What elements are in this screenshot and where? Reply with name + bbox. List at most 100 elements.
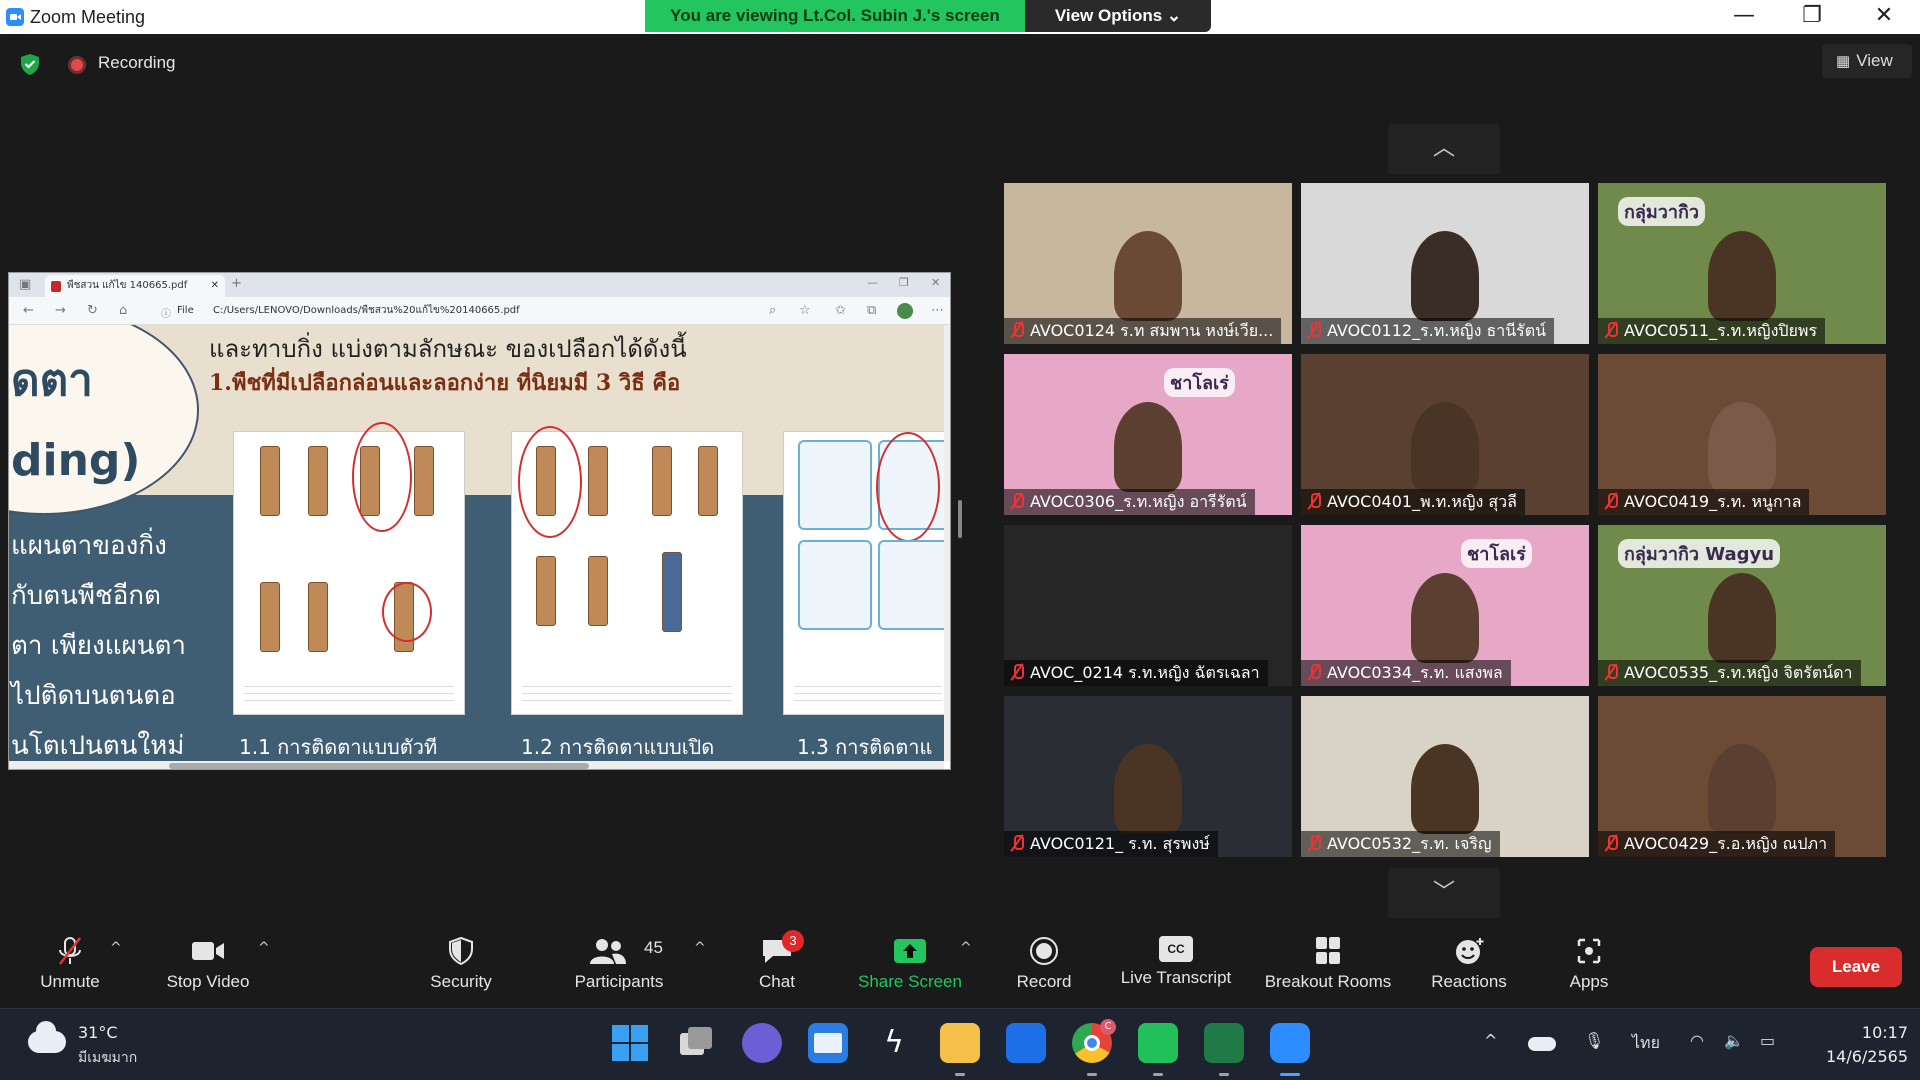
browser-restore-icon[interactable]: ❐: [899, 276, 909, 289]
record-icon: [1030, 937, 1058, 965]
participant-tile[interactable]: AVOC0532_ร.ท. เจริญ: [1301, 696, 1589, 857]
view-button[interactable]: ▦ View: [1822, 44, 1912, 78]
participants-options-caret[interactable]: ^: [694, 940, 706, 956]
more-icon[interactable]: ⋯: [931, 303, 944, 318]
security-button[interactable]: Security: [420, 932, 502, 998]
tab-actions-icon[interactable]: ▣: [19, 277, 31, 292]
view-options-button[interactable]: View Options ⌄: [1025, 0, 1211, 32]
tray-overflow-icon[interactable]: ^: [1484, 1031, 1497, 1050]
participant-tile[interactable]: กลุ่มวากิว AVOC0511_ร.ท.หญิงปิยพร: [1598, 183, 1886, 344]
shared-screen[interactable]: ▣ พืชสวน แก้ไข 140665.pdf ✕ + — ❐ ✕ ← → …: [8, 272, 951, 770]
chat-button[interactable]: 3 Chat: [742, 930, 812, 998]
participants-button[interactable]: 45 Participants: [564, 932, 674, 998]
weather-temperature[interactable]: 31°C: [78, 1023, 118, 1042]
close-button[interactable]: ✕: [1856, 0, 1912, 34]
battery-icon[interactable]: ▭: [1760, 1031, 1775, 1050]
minimize-button[interactable]: —: [1716, 0, 1772, 34]
zoom-taskbar-icon[interactable]: [1270, 1023, 1310, 1063]
recording-label[interactable]: Recording: [98, 53, 176, 73]
video-options-caret[interactable]: ^: [258, 940, 270, 956]
onedrive-cloud-icon[interactable]: [1528, 1037, 1556, 1051]
participant-tile[interactable]: AVOC0401_พ.ท.หญิง สุวลี: [1301, 354, 1589, 515]
participant-name-tag: AVOC0401_พ.ท.หญิง สุวลี: [1301, 489, 1525, 515]
wifi-icon[interactable]: ◠: [1690, 1031, 1704, 1050]
restore-button[interactable]: ❐: [1784, 0, 1840, 34]
zoom-page-icon[interactable]: ⌕: [769, 303, 776, 318]
new-tab-button[interactable]: +: [231, 276, 242, 291]
volume-icon[interactable]: 🔈: [1724, 1031, 1744, 1050]
microphone-muted-icon: [1307, 492, 1321, 510]
unmute-button[interactable]: Unmute: [30, 932, 110, 998]
meeting-toolbar: Unmute ^ Stop Video ^ Security 45 Partic…: [0, 922, 1920, 1008]
excel-icon[interactable]: [1204, 1023, 1244, 1063]
microphone-muted-icon: [1604, 663, 1618, 681]
participant-tile[interactable]: ชาโลเร่ AVOC0306_ร.ท.หญิง อารีรัตน์: [1004, 354, 1292, 515]
profile-avatar[interactable]: [897, 303, 913, 319]
favorites-bar-icon[interactable]: ✩: [835, 303, 846, 318]
breakout-rooms-button[interactable]: Breakout Rooms: [1258, 932, 1398, 998]
participant-name: AVOC0401_พ.ท.หญิง สุวลี: [1327, 492, 1517, 511]
reactions-button[interactable]: Reactions: [1424, 932, 1514, 998]
teams-chat-icon[interactable]: [742, 1023, 782, 1063]
collections-icon[interactable]: ⧉: [867, 303, 876, 318]
forward-icon[interactable]: →: [55, 303, 66, 318]
budding-figure-2: [511, 426, 743, 715]
chrome-icon[interactable]: C: [1072, 1019, 1116, 1063]
participant-silhouette: [1708, 744, 1776, 834]
browser-tab-pdf[interactable]: พืชสวน แก้ไข 140665.pdf ✕: [45, 275, 225, 297]
task-view-icon[interactable]: [676, 1023, 716, 1063]
leave-meeting-button[interactable]: Leave: [1810, 947, 1902, 987]
microphone-muted-icon: [1307, 834, 1321, 852]
cloudy-weather-icon[interactable]: [28, 1021, 66, 1053]
slide-title-part2: ding): [11, 435, 141, 486]
refresh-icon[interactable]: ↻: [87, 303, 98, 318]
file-explorer-icon[interactable]: [940, 1023, 980, 1063]
participant-tile[interactable]: AVOC0419_ร.ท. หนูกาล: [1598, 354, 1886, 515]
participant-tile[interactable]: AVOC0112_ร.ท.หญิง ธานีรัตน์: [1301, 183, 1589, 344]
tab-close-icon[interactable]: ✕: [211, 275, 219, 297]
pdf-icon: [51, 281, 61, 292]
home-icon[interactable]: ⌂: [119, 303, 127, 318]
mail-icon[interactable]: [808, 1023, 848, 1063]
address-url[interactable]: C:/Users/LENOVO/Downloads/พืชสวน%20แก้ไข…: [213, 302, 833, 320]
horizontal-scrollbar[interactable]: [9, 761, 944, 769]
dropbox-icon[interactable]: [1006, 1023, 1046, 1063]
line-app-icon[interactable]: [1138, 1023, 1178, 1063]
windows-start-icon[interactable]: [610, 1023, 650, 1063]
microphone-muted-icon: [1604, 321, 1618, 339]
horizontal-scroll-thumb[interactable]: [169, 763, 589, 769]
vertical-scrollbar[interactable]: [944, 325, 950, 761]
participant-tile[interactable]: กลุ่มวากิว Wagyu AVOC0535_ร.ท.หญิง จิตรัต…: [1598, 525, 1886, 686]
record-button[interactable]: Record: [1008, 932, 1080, 998]
favorite-icon[interactable]: ☆: [799, 303, 811, 318]
audio-options-caret[interactable]: ^: [110, 940, 122, 956]
split-view-handle[interactable]: [958, 500, 962, 538]
live-transcript-button[interactable]: CC Live Transcript: [1114, 932, 1238, 998]
microphone-tray-icon[interactable]: 🎙: [1584, 1031, 1604, 1050]
participant-tile[interactable]: AVOC0429_ร.อ.หญิง ณปภา: [1598, 696, 1886, 857]
apps-button[interactable]: Apps: [1554, 932, 1624, 998]
participant-silhouette: [1708, 402, 1776, 492]
stop-video-button[interactable]: Stop Video: [160, 932, 256, 998]
participant-tile[interactable]: ชาโลเร่ AVOC0334_ร.ท. แสงพล: [1301, 525, 1589, 686]
taskbar-time[interactable]: 10:17: [1848, 1023, 1908, 1042]
encryption-shield-icon[interactable]: [18, 52, 42, 76]
slide-left-text-3: ตา เพียงแผนตา: [11, 631, 186, 661]
back-icon[interactable]: ←: [23, 303, 34, 318]
gallery-next-button[interactable]: ﹀: [1388, 868, 1500, 918]
participant-name: AVOC_0214 ร.ท.หญิง ฉัตรเฉลา: [1030, 663, 1260, 682]
participants-count: 45: [644, 938, 663, 957]
share-options-caret[interactable]: ^: [960, 940, 972, 956]
participant-tile[interactable]: AVOC_0214 ร.ท.หญิง ฉัตรเฉลา: [1004, 525, 1292, 686]
participant-name-tag: AVOC0511_ร.ท.หญิงปิยพร: [1598, 318, 1826, 344]
input-language[interactable]: ไทย: [1632, 1031, 1660, 1056]
participant-tile[interactable]: AVOC0121_ ร.ท. สุรพงษ์: [1004, 696, 1292, 857]
taskbar-date[interactable]: 14/6/2565: [1818, 1047, 1908, 1066]
browser-close-icon[interactable]: ✕: [931, 276, 940, 289]
app-lightning-icon[interactable]: ϟ: [874, 1023, 914, 1063]
share-screen-button[interactable]: Share Screen: [854, 932, 966, 998]
participant-tile[interactable]: AVOC0124 ร.ท สมพาน หงษ์เวีย...: [1004, 183, 1292, 344]
browser-minimize-icon[interactable]: —: [867, 276, 878, 289]
weather-description[interactable]: มีเมฆมาก: [78, 1047, 137, 1069]
gallery-prev-button[interactable]: ︿: [1388, 124, 1500, 174]
